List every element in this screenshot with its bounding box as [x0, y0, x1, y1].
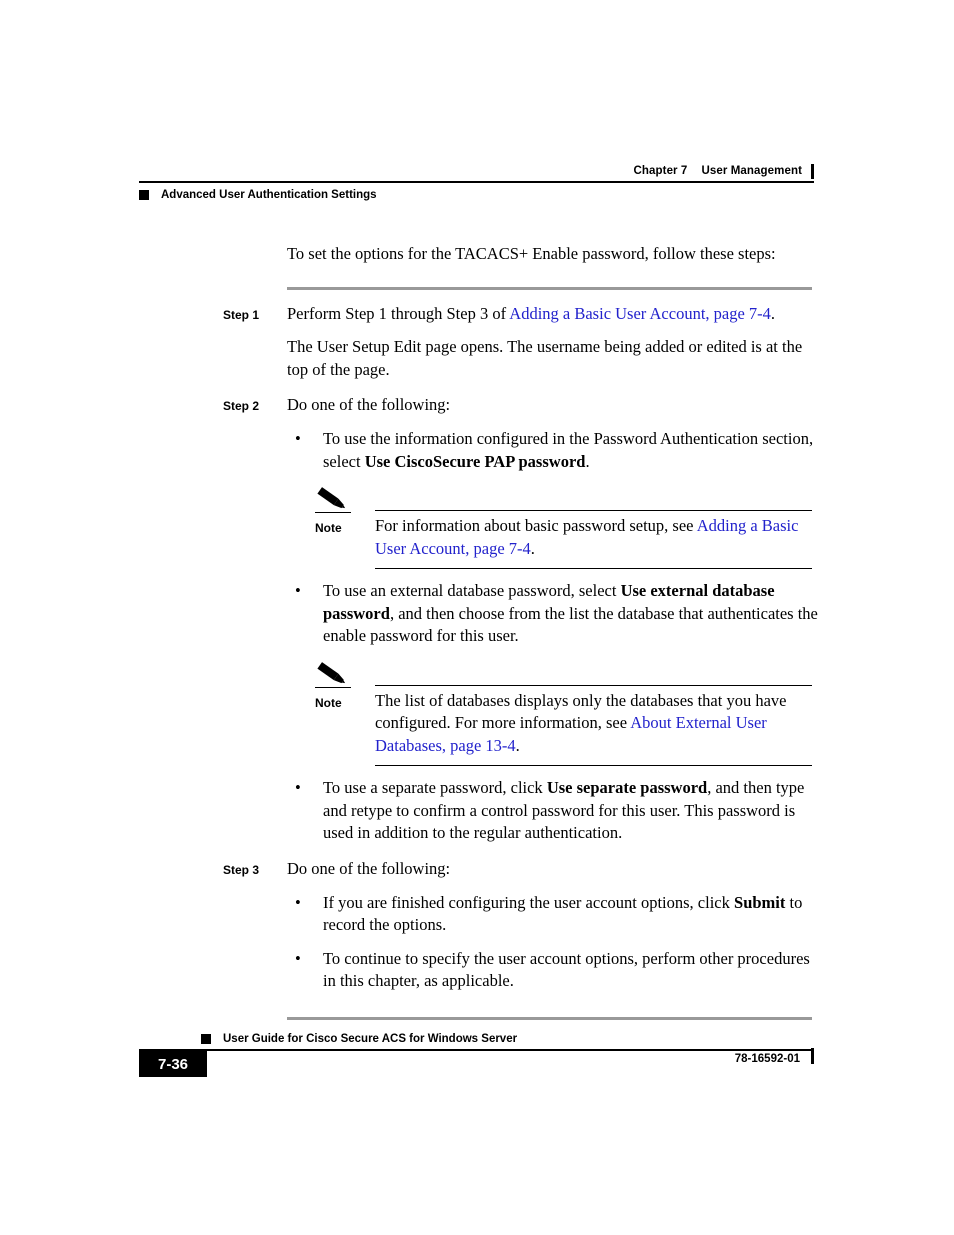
procedure-bottom-rule: [287, 1016, 812, 1020]
footer-title-row: User Guide for Cisco Secure ACS for Wind…: [139, 1032, 814, 1046]
note-block-1: Note For information about basic passwor…: [315, 486, 812, 569]
chapter-number: Chapter 7: [633, 165, 688, 177]
note-1-icon-underline: [315, 512, 351, 513]
step-1-text: Perform Step 1 through Step 3 of Adding …: [287, 303, 818, 326]
bullet-3-pre: To use a separate password, click: [323, 778, 547, 797]
step-1-text-before: Perform Step 1 through Step 3 of: [287, 304, 510, 323]
chapter-title: User Management: [701, 165, 802, 177]
list-item: • To use a separate password, click Use …: [287, 777, 818, 845]
pencil-icon: [315, 661, 375, 687]
note-2-row: Note The list of databases displays only…: [315, 690, 812, 758]
step-2: Step 2 Do one of the following:: [223, 394, 818, 417]
header-chapter-text: Chapter 7 User Management: [633, 165, 802, 178]
list-item: • To continue to specify the user accoun…: [287, 948, 818, 993]
header-section-title: Advanced User Authentication Settings: [161, 189, 377, 201]
step-2-text: Do one of the following:: [287, 395, 451, 414]
note-2-text: The list of databases displays only the …: [375, 690, 812, 758]
note-1-text-before: For information about basic password set…: [375, 516, 697, 535]
bullet-4-bold: Submit: [734, 892, 786, 912]
document-number: 78-16592-01: [734, 1053, 800, 1065]
list-item: • To use the information configured in t…: [287, 428, 818, 473]
step-3-label: Step 3: [223, 862, 260, 877]
note-2-text-after: .: [515, 735, 520, 755]
header-tick-mark: [811, 164, 814, 179]
step-1-followup: The User Setup Edit page opens. The user…: [287, 337, 803, 379]
pencil-icon-svg: [317, 487, 346, 509]
bullet-3-text: To use a separate password, click Use se…: [323, 777, 818, 845]
footer-bottom-row: 7-36 78-16592-01: [139, 1051, 814, 1077]
bullet-dot-icon: •: [295, 948, 301, 968]
step-2-label: Step 2: [223, 399, 260, 413]
document-page: Chapter 7 User Management Advanced User A…: [0, 0, 954, 1235]
note-2-top-rule: [375, 684, 812, 686]
header-section-row: Advanced User Authentication Settings: [139, 189, 814, 201]
procedure-top-rule: [287, 287, 812, 290]
note-1-bottom-rule: [375, 568, 812, 569]
bullet-dot-icon: •: [295, 778, 301, 797]
bullet-5-text: To continue to specify the user account …: [323, 948, 810, 991]
note-1-icon-row: [315, 486, 812, 512]
note-1-label: Note: [315, 521, 342, 535]
footer-document-title: User Guide for Cisco Secure ACS for Wind…: [223, 1033, 518, 1045]
step-1: Step 1 Perform Step 1 through Step 3 of …: [223, 303, 818, 326]
bullet-2-pre: To use an external database password, se…: [323, 581, 621, 600]
intro-paragraph: To set the options for the TACACS+ Enabl…: [287, 244, 776, 263]
square-bullet-icon: [139, 190, 149, 200]
note-block-2: Note The list of databases displays only…: [315, 661, 812, 766]
bullet-2-post: , and then choose from the list the data…: [323, 603, 818, 646]
pencil-icon-svg: [317, 661, 346, 683]
note-1-row: Note For information about basic passwor…: [315, 515, 812, 560]
note-1-text-after: .: [530, 538, 535, 558]
link-adding-basic-user-account[interactable]: Adding a Basic User Account, page 7-4: [509, 304, 771, 323]
step-1-label: Step 1: [223, 308, 260, 322]
page-number-badge: 7-36: [139, 1051, 207, 1077]
bullet-dot-icon: •: [295, 429, 301, 448]
note-2-label: Note: [315, 695, 342, 710]
square-bullet-icon: [201, 1034, 211, 1044]
bullet-1-text: To use the information configured in the…: [323, 428, 818, 473]
page-content: To set the options for the TACACS+ Enabl…: [223, 243, 818, 1020]
bullet-1-post: .: [585, 451, 590, 471]
bullet-dot-icon: •: [295, 581, 301, 600]
bullet-3-bold: Use separate password: [546, 778, 708, 797]
pencil-icon: [315, 486, 375, 512]
note-1-top-rule: [375, 510, 812, 511]
list-item: • If you are finished configuring the us…: [287, 892, 818, 937]
bullet-4-pre: If you are finished configuring the user…: [323, 892, 735, 912]
header-chapter-row: Chapter 7 User Management: [139, 162, 814, 179]
bullet-4-text: If you are finished configuring the user…: [323, 892, 818, 937]
step-1-text-after: .: [770, 304, 776, 323]
note-2-icon-underline: [315, 686, 351, 688]
bullet-2-text: To use an external database password, se…: [323, 580, 818, 648]
page-header: Chapter 7 User Management Advanced User A…: [139, 162, 814, 201]
note-1-text: For information about basic password set…: [375, 515, 812, 560]
bullet-1-bold: Use CiscoSecure PAP password: [364, 451, 586, 471]
step-3-text: Do one of the following:: [287, 858, 451, 878]
note-2-icon-row: [315, 661, 812, 687]
list-item: • To use an external database password, …: [287, 580, 818, 648]
page-footer: User Guide for Cisco Secure ACS for Wind…: [139, 1032, 814, 1077]
header-rule: [139, 181, 814, 183]
bullet-dot-icon: •: [295, 892, 301, 912]
step-3: Step 3 Do one of the following:: [223, 858, 818, 881]
note-2-bottom-rule: [375, 765, 812, 766]
